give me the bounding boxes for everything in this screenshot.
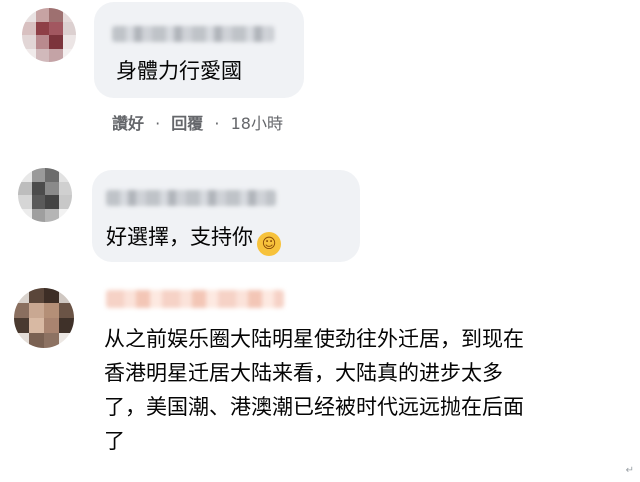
return-glyph-icon: ↵	[625, 465, 634, 476]
commenter-name[interactable]	[106, 290, 284, 308]
comment-text: 从之前娱乐圈大陆明星使劲往外迁居，到现在 香港明星迁居大陆来看，大陆真的进步太多…	[104, 322, 624, 458]
comment-text-line: 从之前娱乐圈大陆明星使劲往外迁居，到现在	[104, 327, 524, 351]
like-link[interactable]: 讚好	[112, 110, 144, 134]
reply-link[interactable]: 回覆	[171, 110, 203, 134]
comment-actions: 讚好 · 回覆 · 18小時	[112, 110, 283, 134]
comment-text-content: 好選擇，支持你	[106, 225, 253, 249]
comment-text-line: 了	[104, 429, 125, 453]
comment-text-line: 香港明星迁居大陆来看，大陆真的进步太多	[104, 361, 503, 385]
separator: ·	[155, 114, 161, 133]
timestamp[interactable]: 18小時	[231, 110, 283, 134]
comment-text: 好選擇，支持你 ☺	[106, 222, 281, 256]
comment-text: 身體力行愛國	[116, 59, 242, 83]
avatar[interactable]	[18, 168, 72, 222]
separator: ·	[214, 114, 220, 133]
comment-text-line: 了，美国潮、港澳潮已经被时代远远抛在后面	[104, 395, 524, 419]
commenter-name[interactable]	[106, 190, 276, 206]
avatar[interactable]	[14, 288, 74, 348]
avatar[interactable]	[22, 8, 76, 62]
smiling-face-icon: ☺	[257, 232, 281, 256]
commenter-name[interactable]	[112, 26, 274, 42]
